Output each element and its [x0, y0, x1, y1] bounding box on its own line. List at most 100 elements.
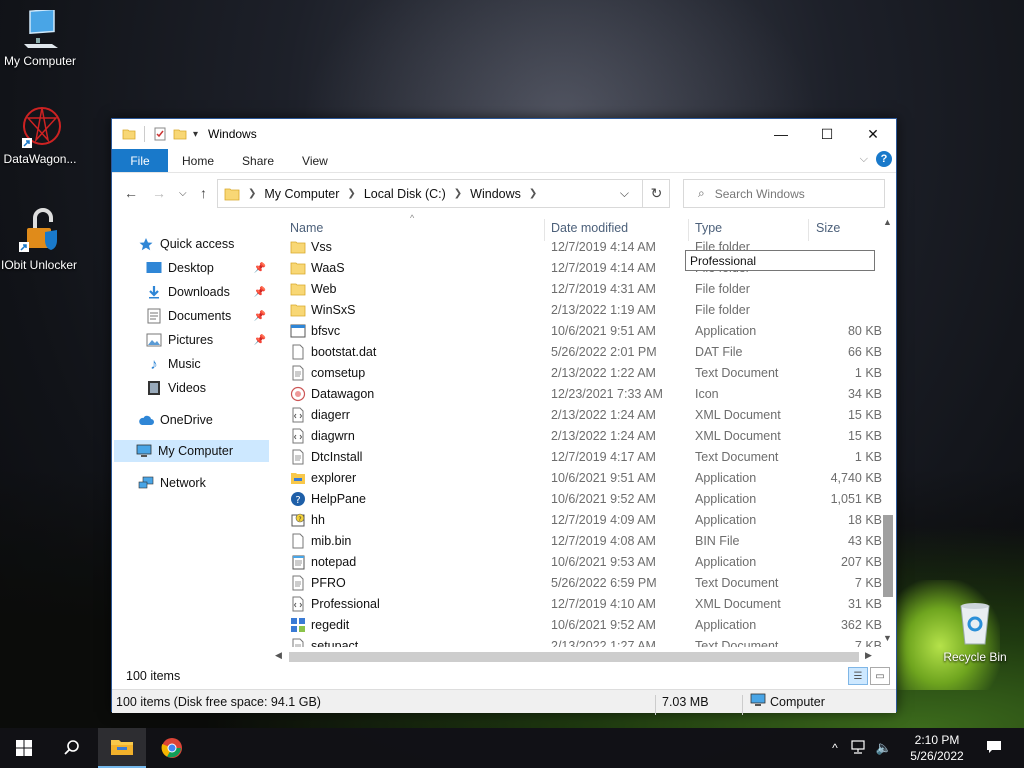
file-row[interactable]: ? hh 12/7/2019 4:09 AM Application 18 KB	[282, 510, 882, 531]
scroll-left-icon[interactable]: ◀	[275, 650, 282, 661]
nav-item-label: Pictures	[168, 333, 214, 347]
scrollbar-thumb[interactable]	[883, 515, 893, 597]
help-icon[interactable]: ?	[876, 151, 892, 167]
file-row[interactable]: comsetup 2/13/2022 1:22 AM Text Document 1 …	[282, 363, 882, 384]
file-row[interactable]: Datawagon 12/23/2021 7:33 AM Icon 34 KB	[282, 384, 882, 405]
nav-item-documents[interactable]: Documents 📌	[146, 305, 266, 327]
vertical-scrollbar[interactable]: ▲ ▼	[881, 217, 895, 647]
column-header-name[interactable]: Name	[290, 221, 323, 235]
desktop-icon-my-computer[interactable]: My Computer	[0, 10, 80, 68]
tab-share[interactable]: Share	[228, 149, 288, 172]
scroll-up-icon[interactable]: ▲	[883, 217, 892, 227]
file-row[interactable]: setupact 2/13/2022 1:27 AM Text Document 7 …	[282, 636, 882, 647]
file-row[interactable]: PFRO 5/26/2022 6:59 PM Text Document 7 KB	[282, 573, 882, 594]
desktop-icon-datawagon[interactable]: DataWagon...	[0, 104, 80, 166]
file-row[interactable]: regedit 10/6/2021 9:52 AM Application 362 K…	[282, 615, 882, 636]
breadcrumb-local-disk[interactable]: Local Disk (C:)	[364, 187, 446, 201]
minimize-button[interactable]: —	[758, 119, 804, 149]
file-explorer-window: ▾ Windows — ☐ ✕ File Home Share View ⌵ ?…	[111, 118, 897, 715]
search-button[interactable]	[48, 728, 96, 768]
file-row[interactable]: ? HelpPane 10/6/2021 9:52 AM Application 1,0…	[282, 489, 882, 510]
desktop-icon-recycle-bin[interactable]: Recycle Bin	[935, 602, 1015, 664]
forward-arrow-icon[interactable]: →	[152, 185, 166, 201]
network-icon[interactable]	[850, 739, 866, 757]
network-icon	[138, 475, 154, 491]
nav-item-label: OneDrive	[160, 413, 213, 427]
taskbar-chrome[interactable]	[148, 728, 196, 768]
desktop-icon	[146, 260, 162, 276]
file-row[interactable]: Web 12/7/2019 4:31 AM File folder	[282, 279, 882, 300]
details-view-icon[interactable]: ☰	[848, 667, 868, 685]
tab-home[interactable]: Home	[168, 149, 228, 172]
pin-icon[interactable]: 📌	[254, 263, 266, 274]
scrollbar-thumb[interactable]	[289, 652, 859, 662]
column-header-date[interactable]: Date modified	[551, 221, 628, 235]
column-header-type[interactable]: Type	[695, 221, 722, 235]
start-button[interactable]	[0, 728, 48, 768]
nav-item-my-computer[interactable]: My Computer	[114, 440, 269, 462]
file-name: bfsvc	[311, 324, 341, 338]
pin-icon[interactable]: 📌	[254, 335, 266, 346]
search-icon: ⌕	[698, 186, 705, 200]
desktop-icon-iobit-unlocker[interactable]: IObit Unlocker	[0, 206, 78, 272]
back-arrow-icon[interactable]: ←	[124, 185, 138, 201]
pin-icon[interactable]: 📌	[254, 287, 266, 298]
breadcrumb-my-computer[interactable]: My Computer	[264, 187, 339, 201]
action-center-icon[interactable]	[986, 740, 1002, 757]
file-row[interactable]: diagwrn 2/13/2022 1:24 AM XML Document 15 K…	[282, 426, 882, 447]
nav-item-music[interactable]: ♪ Music	[146, 353, 200, 375]
nav-item-network[interactable]: Network	[138, 472, 206, 494]
address-dropdown-icon[interactable]: ⌵	[620, 186, 629, 201]
file-row[interactable]: Professional 12/7/2019 4:10 AM XML Documen…	[282, 594, 882, 615]
nav-item-desktop[interactable]: Desktop 📌	[146, 257, 266, 279]
taskbar-file-explorer[interactable]	[98, 728, 146, 768]
address-bar[interactable]: ❯ My Computer ❯ Local Disk (C:) ❯ Window…	[217, 179, 670, 208]
nav-item-onedrive[interactable]: OneDrive	[138, 409, 213, 431]
file-type: Text Document	[695, 576, 779, 590]
desktop-icon-label: DataWagon...	[3, 152, 77, 166]
file-size: 1 KB	[854, 450, 882, 464]
large-icons-view-icon[interactable]: ▭	[870, 667, 890, 685]
new-folder-icon[interactable]	[173, 127, 187, 141]
tab-view[interactable]: View	[288, 149, 342, 172]
properties-icon[interactable]	[153, 127, 167, 141]
chevron-right-icon[interactable]: ❯	[454, 188, 462, 199]
refresh-button[interactable]: ↻	[642, 179, 670, 208]
file-type: Icon	[695, 387, 719, 401]
file-row[interactable]: explorer 10/6/2021 9:51 AM Application 4,74…	[282, 468, 882, 489]
chevron-right-icon[interactable]: ❯	[347, 188, 355, 199]
nav-item-downloads[interactable]: Downloads 📌	[146, 281, 266, 303]
file-row[interactable]: bfsvc 10/6/2021 9:51 AM Application 80 KB	[282, 321, 882, 342]
horizontal-scrollbar[interactable]: ◀ ▶	[273, 649, 879, 665]
search-input[interactable]: ⌕ Search Windows	[683, 179, 885, 208]
recent-locations-icon[interactable]: ⌵	[179, 188, 187, 199]
chevron-up-icon[interactable]: ^	[832, 741, 838, 755]
file-row[interactable]: mib.bin 12/7/2019 4:08 AM BIN File 43 KB	[282, 531, 882, 552]
file-row[interactable]: DtcInstall 12/7/2019 4:17 AM Text Document…	[282, 447, 882, 468]
close-button[interactable]: ✕	[850, 119, 896, 149]
volume-icon[interactable]: 🔈	[876, 740, 892, 756]
file-row[interactable]: notepad 10/6/2021 9:53 AM Application 207 K…	[282, 552, 882, 573]
pin-icon[interactable]: 📌	[254, 311, 266, 322]
nav-item-quick-access[interactable]: Quick access	[138, 233, 234, 255]
customize-toolbar-icon[interactable]: ▾	[193, 129, 198, 140]
clock[interactable]: 2:10 PM 5/26/2022	[902, 732, 972, 764]
file-row[interactable]: WinSxS 2/13/2022 1:19 AM File folder	[282, 300, 882, 321]
nav-item-videos[interactable]: Videos	[146, 377, 206, 399]
chevron-right-icon[interactable]: ❯	[529, 188, 537, 199]
column-header-size[interactable]: Size	[816, 221, 840, 235]
file-row[interactable]: diagerr 2/13/2022 1:24 AM XML Document 15 K…	[282, 405, 882, 426]
text-file-icon	[292, 365, 304, 381]
tab-file[interactable]: File	[112, 149, 168, 172]
file-name: WaaS	[311, 261, 345, 275]
scroll-right-icon[interactable]: ▶	[865, 650, 872, 661]
scroll-down-icon[interactable]: ▼	[883, 633, 892, 643]
up-arrow-icon[interactable]: ↑	[200, 185, 207, 201]
file-name: explorer	[311, 471, 357, 485]
file-row[interactable]: bootstat.dat 5/26/2022 2:01 PM DAT File 66 …	[282, 342, 882, 363]
nav-item-pictures[interactable]: Pictures 📌	[146, 329, 266, 351]
expand-ribbon-icon[interactable]: ⌵	[860, 153, 868, 166]
maximize-button[interactable]: ☐	[804, 119, 850, 149]
breadcrumb-windows[interactable]: Windows	[470, 187, 521, 201]
chevron-right-icon[interactable]: ❯	[248, 188, 256, 199]
